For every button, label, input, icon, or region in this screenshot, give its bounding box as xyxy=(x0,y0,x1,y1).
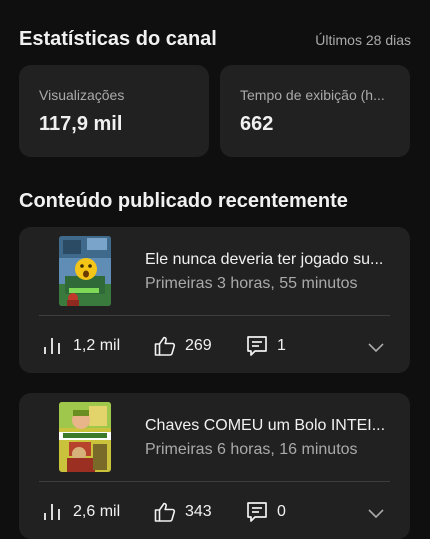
bar-chart-icon xyxy=(41,334,65,358)
channel-stats-header: Estatísticas do canal Últimos 28 dias xyxy=(19,28,411,51)
video-thumbnail[interactable] xyxy=(59,236,111,306)
comments-count: 0 xyxy=(277,503,286,520)
video-metrics: 2,6 mil 343 0 xyxy=(19,482,410,539)
video-card[interactable]: Ele nunca deveria ter jogado su... Prime… xyxy=(19,227,410,373)
chevron-down-icon[interactable] xyxy=(366,337,386,357)
views-metric: 2,6 mil xyxy=(41,500,120,524)
likes-metric: 343 xyxy=(153,500,212,524)
watch-time-stat-card[interactable]: Tempo de exibição (h... 662 xyxy=(220,65,410,157)
views-count: 1,2 mil xyxy=(73,337,121,354)
video-card[interactable]: Chaves COMEU um Bolo INTEI... Primeiras … xyxy=(19,393,410,539)
video-thumbnail[interactable] xyxy=(59,402,111,472)
comments-metric: 0 xyxy=(245,500,286,524)
chevron-down-icon[interactable] xyxy=(366,503,386,523)
comment-icon xyxy=(245,500,269,524)
likes-count: 269 xyxy=(185,337,212,354)
video-summary[interactable]: Chaves COMEU um Bolo INTEI... Primeiras … xyxy=(19,393,410,481)
views-metric: 1,2 mil xyxy=(41,334,120,358)
recent-content-title: Conteúdo publicado recentemente xyxy=(19,190,348,212)
bar-chart-icon xyxy=(41,500,65,524)
video-meta: Primeiras 6 horas, 16 minutos xyxy=(145,441,358,458)
date-range-label[interactable]: Últimos 28 dias xyxy=(315,32,411,48)
views-count: 2,6 mil xyxy=(73,503,121,520)
watch-time-label: Tempo de exibição (h... xyxy=(240,87,385,103)
thumbs-up-icon xyxy=(153,334,177,358)
comments-metric: 1 xyxy=(245,334,286,358)
comment-icon xyxy=(245,334,269,358)
watch-time-value: 662 xyxy=(240,113,274,135)
likes-count: 343 xyxy=(185,503,212,520)
video-title: Chaves COMEU um Bolo INTEI... xyxy=(145,417,386,434)
likes-metric: 269 xyxy=(153,334,212,358)
comments-count: 1 xyxy=(277,337,286,354)
video-metrics: 1,2 mil 269 1 xyxy=(19,316,410,373)
video-summary[interactable]: Ele nunca deveria ter jogado su... Prime… xyxy=(19,227,410,315)
video-title: Ele nunca deveria ter jogado su... xyxy=(145,251,384,268)
video-meta: Primeiras 3 horas, 55 minutos xyxy=(145,275,358,292)
views-stat-card[interactable]: Visualizações 117,9 mil xyxy=(19,65,209,157)
views-label: Visualizações xyxy=(39,87,125,103)
thumbs-up-icon xyxy=(153,500,177,524)
views-value: 117,9 mil xyxy=(39,113,123,135)
channel-stats-title: Estatísticas do canal xyxy=(19,28,217,50)
